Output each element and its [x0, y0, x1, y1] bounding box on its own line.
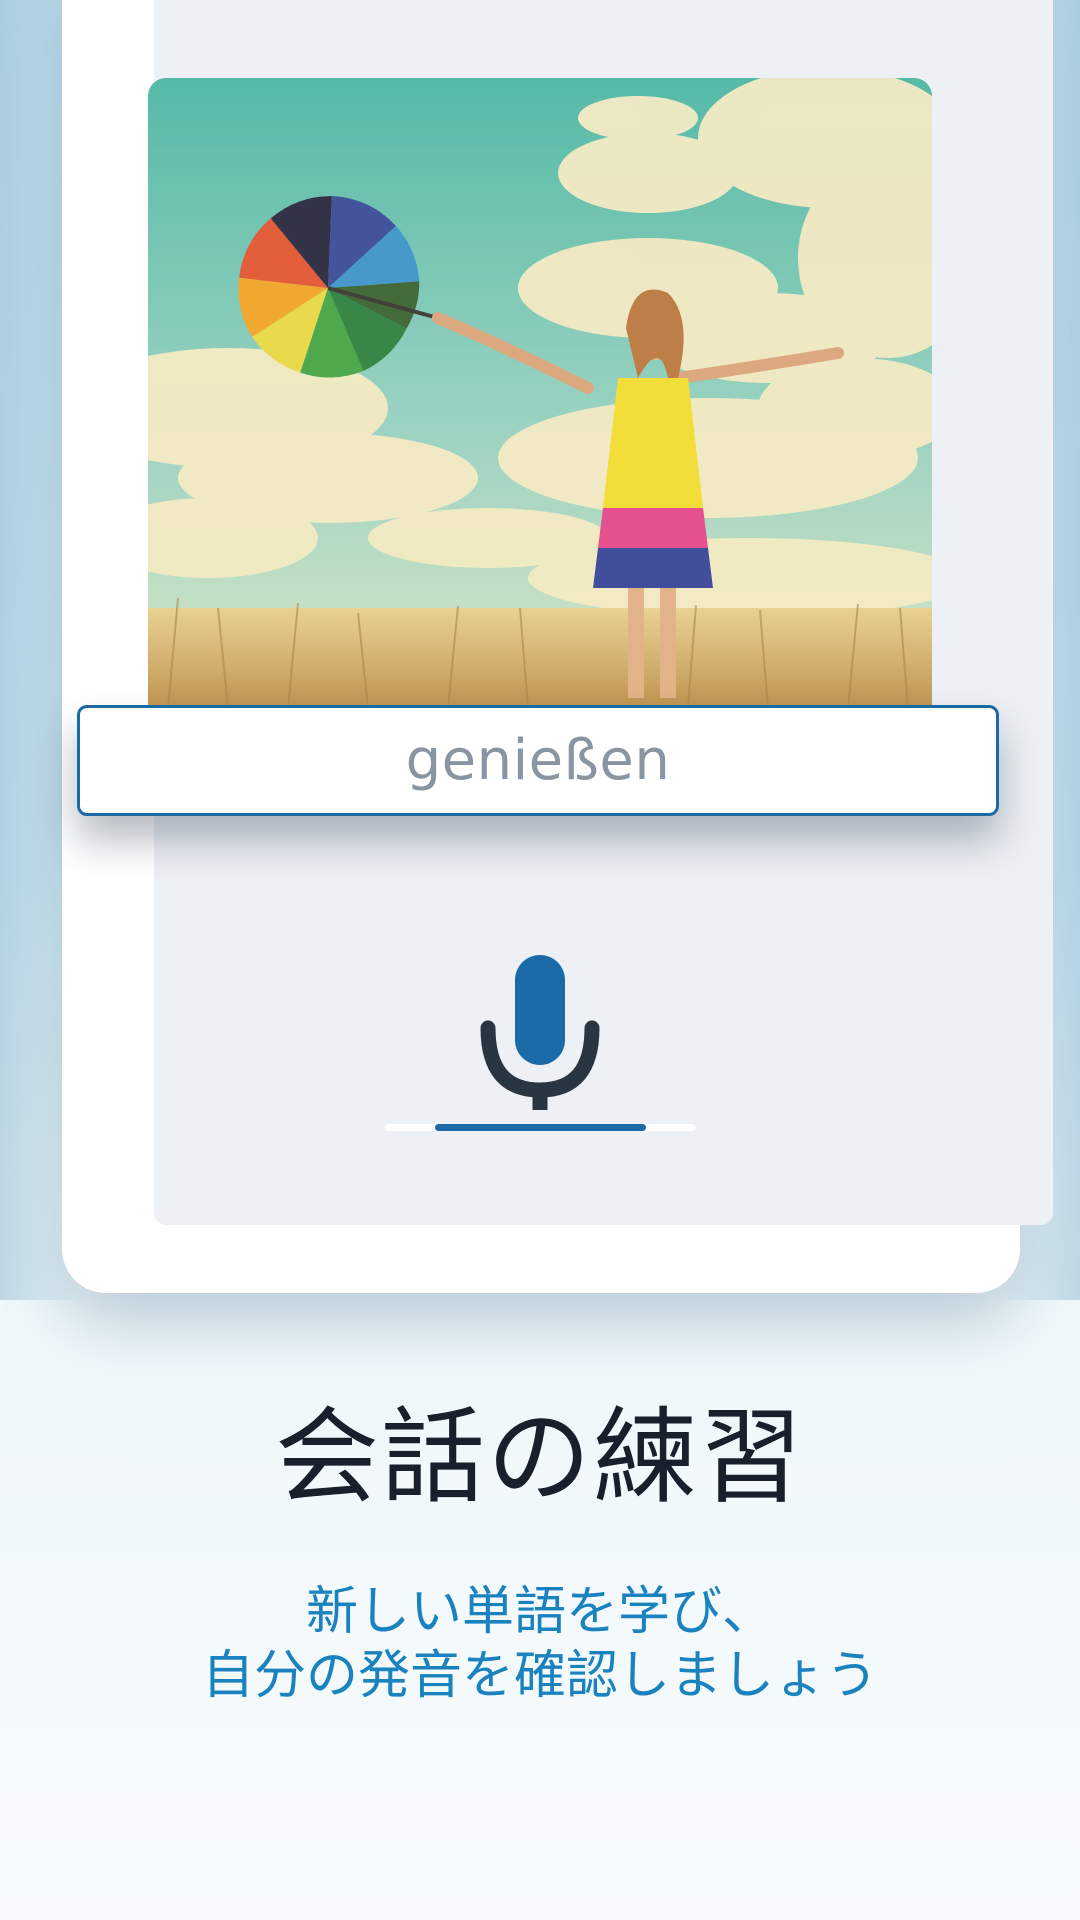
microphone-icon[interactable]	[480, 950, 600, 1110]
feature-subtitle: 新しい単語を学び、 自分の発音を確認しましょう	[0, 1580, 1080, 1709]
recording-progress-fill	[435, 1124, 646, 1131]
feature-title: 会話の練習	[274, 1396, 805, 1518]
recording-progress-track	[385, 1124, 696, 1131]
vocabulary-word: genießen	[405, 728, 671, 793]
subtitle-line-1: 新しい単語を学び、	[305, 1582, 774, 1642]
vocabulary-photo	[148, 78, 932, 708]
word-card: genießen	[77, 705, 999, 816]
subtitle-line-2: 自分の発音を確認しましょう	[201, 1646, 878, 1707]
